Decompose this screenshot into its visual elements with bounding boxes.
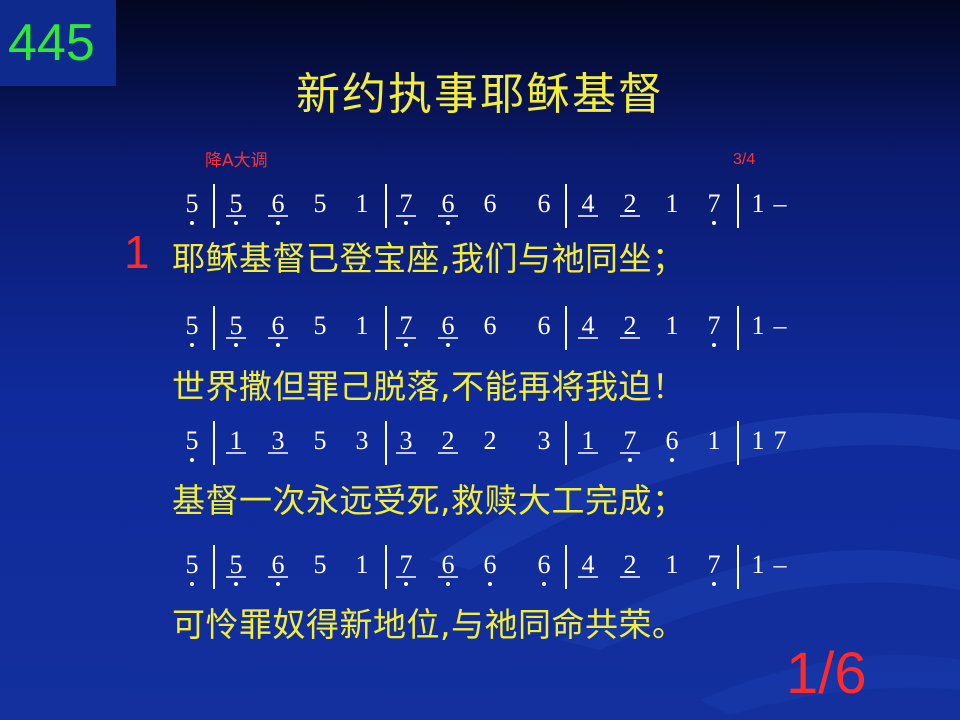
note: 6 (484, 550, 497, 579)
note: 1 (752, 426, 765, 455)
note: 7 (774, 426, 787, 455)
note: 5 (230, 189, 243, 218)
note: 6 (442, 550, 455, 579)
note: 6 (272, 311, 285, 340)
note: 1 (752, 189, 765, 218)
note: 1 (666, 550, 679, 579)
note: 2 (624, 550, 637, 579)
notation-line-1: 5 5 6 5 1 7 6 6 6 4 2 1 7 1– (186, 184, 788, 228)
note: 5 (314, 426, 327, 455)
octave-dot (628, 458, 632, 462)
note: 5 (314, 311, 327, 340)
note: 3 (272, 426, 285, 455)
octave-dot (404, 221, 408, 225)
note: 2 (624, 311, 637, 340)
note: 7 (400, 311, 413, 340)
note: 1 (666, 189, 679, 218)
note: 3 (400, 426, 413, 455)
octave-dot (276, 221, 280, 225)
page-indicator: 1/6 (786, 641, 867, 706)
note: 4 (582, 189, 595, 218)
lyric-line-3: 基督一次永远受死,救赎大工完成； (172, 481, 686, 520)
note: 7 (400, 189, 413, 218)
note: 1 (752, 550, 765, 579)
note: 6 (442, 311, 455, 340)
note: 6 (538, 550, 551, 579)
verse-number: 1 (124, 226, 150, 278)
note: 1 (230, 426, 243, 455)
note: 5 (186, 426, 199, 455)
octave-dot (712, 221, 716, 225)
note: 7 (400, 550, 413, 579)
notation-line-2: 5 5 6 5 1 7 6 6 6 4 2 1 7 1– (186, 306, 788, 350)
note: 5 (314, 189, 327, 218)
note: 7 (708, 189, 721, 218)
lyric-line-2: 世界撒但罪己脱落,不能再将我迫！ (172, 367, 686, 406)
octave-dot (446, 221, 450, 225)
octave-dot (190, 221, 194, 225)
notation-line-4: 5 5 6 5 1 7 6 6 6 4 2 1 7 1– (186, 545, 788, 589)
note: 6 (484, 189, 497, 218)
octave-dot (276, 343, 280, 347)
note: 5 (186, 189, 199, 218)
note: 7 (708, 550, 721, 579)
octave-dot (190, 458, 194, 462)
octave-dot (712, 343, 716, 347)
note: 6 (442, 189, 455, 218)
note: 2 (624, 189, 637, 218)
octave-dot (670, 458, 674, 462)
note: 4 (582, 550, 595, 579)
note: 1 (666, 311, 679, 340)
octave-dot (404, 343, 408, 347)
octave-dot (488, 582, 492, 586)
note: 6 (272, 550, 285, 579)
octave-dot (542, 582, 546, 586)
lyric-line-1: 耶稣基督已登宝座,我们与祂同坐； (172, 239, 686, 278)
note: 6 (538, 189, 551, 218)
note: 3 (538, 426, 551, 455)
octave-dot (446, 582, 450, 586)
note: 4 (582, 311, 595, 340)
note: 7 (708, 311, 721, 340)
dash-note: – (773, 189, 788, 218)
lyric-line-4: 可怜罪奴得新地位,与祂同命共荣。 (172, 605, 686, 644)
note: 6 (538, 311, 551, 340)
note: 1 (708, 426, 721, 455)
note: 6 (484, 311, 497, 340)
octave-dot (234, 582, 238, 586)
note: 5 (230, 311, 243, 340)
note: 1 (582, 426, 595, 455)
note: 1 (356, 550, 369, 579)
note: 7 (624, 426, 637, 455)
note: 1 (356, 311, 369, 340)
octave-dot (404, 582, 408, 586)
note: 6 (666, 426, 679, 455)
note: 3 (356, 426, 369, 455)
notation-line-3: 513533223176117 (186, 421, 787, 465)
note: 5 (230, 550, 243, 579)
note: 2 (442, 426, 455, 455)
note: 2 (484, 426, 497, 455)
dash-note: – (773, 550, 788, 579)
octave-dot (190, 343, 194, 347)
octave-dot (234, 343, 238, 347)
octave-dot (190, 582, 194, 586)
octave-dot (234, 221, 238, 225)
note: 1 (752, 311, 765, 340)
note: 5 (186, 550, 199, 579)
octave-dot (446, 343, 450, 347)
octave-dot (712, 582, 716, 586)
dash-note: – (773, 311, 788, 340)
note: 1 (356, 189, 369, 218)
octave-dot (276, 582, 280, 586)
note: 6 (272, 189, 285, 218)
note: 5 (186, 311, 199, 340)
note: 5 (314, 550, 327, 579)
